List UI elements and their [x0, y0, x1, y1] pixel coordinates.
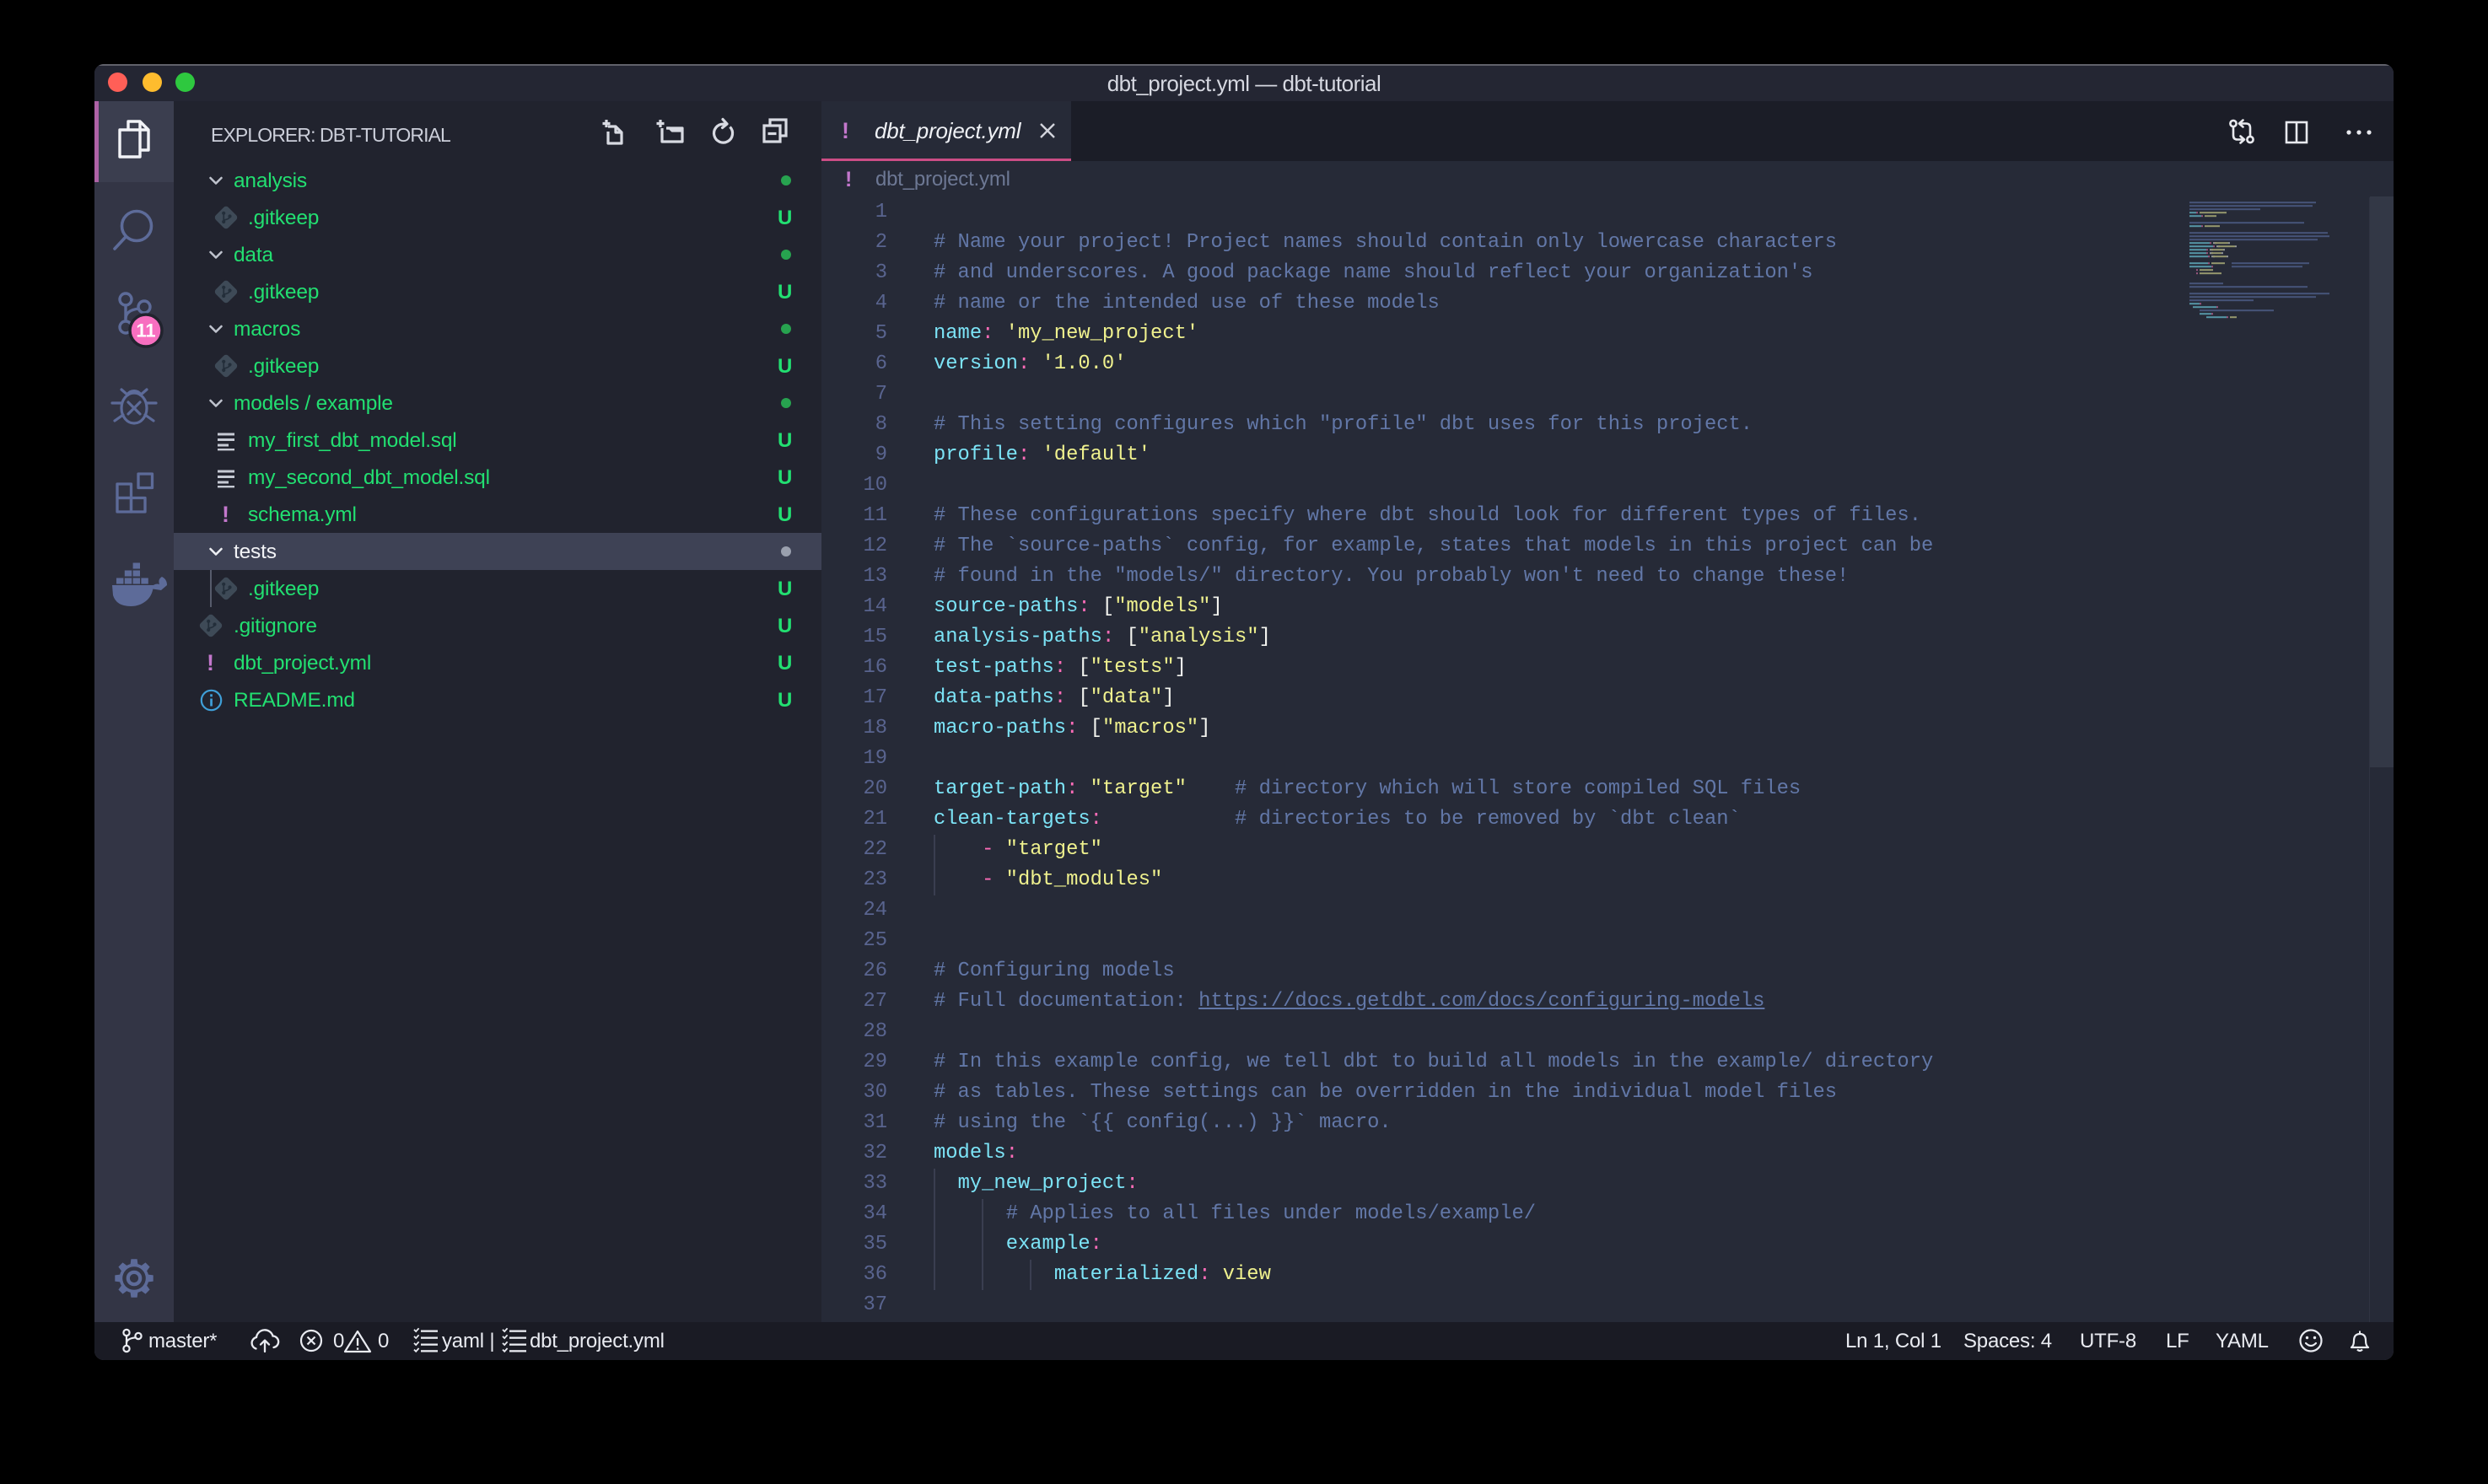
- svg-text:11: 11: [136, 320, 155, 341]
